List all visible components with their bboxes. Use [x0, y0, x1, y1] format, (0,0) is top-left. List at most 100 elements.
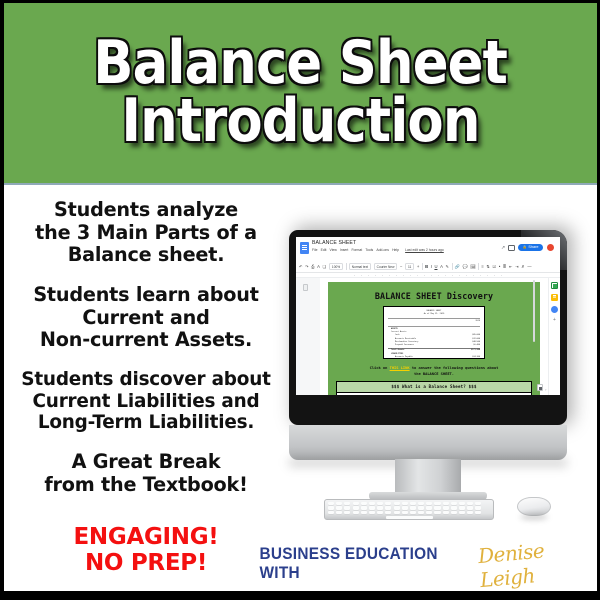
undo-icon[interactable]: ↶ [299, 264, 303, 269]
monitor-bezel: BALANCE SHEET File Edit View Insert Form… [289, 230, 567, 425]
add-app-icon[interactable]: + [553, 318, 556, 323]
checklist-icon[interactable]: ☑ [492, 264, 496, 269]
vertical-scrollbar[interactable] [533, 280, 535, 342]
cta-text: ENGAGING! NO PREP! [73, 524, 219, 577]
bs-row-label: Prepaid Insurance [395, 344, 414, 346]
page-title-line-2: Introduction [121, 86, 480, 156]
brand-primary-text: BUSINESS EDUCATION WITH [259, 545, 438, 582]
highlight-icon[interactable]: ✎ [445, 264, 449, 269]
doc-heading: BALANCE SHEET Discovery [374, 291, 494, 301]
indent-more-icon[interactable]: ⇥ [515, 264, 519, 269]
font-select[interactable]: Courier New [373, 262, 398, 271]
redo-icon[interactable]: ↷ [305, 264, 309, 269]
paint-format-icon[interactable]: ❑ [323, 264, 327, 269]
menu-item-format[interactable]: Format [351, 248, 362, 252]
toolbar-divider-1 [345, 263, 347, 270]
keyboard-row [328, 501, 493, 505]
underline-icon[interactable]: U [434, 264, 437, 269]
tasks-icon[interactable] [551, 306, 558, 313]
italic-icon[interactable]: I [431, 264, 432, 269]
docs-menubar: File Edit View Insert Format Tools Add-o… [312, 248, 501, 252]
zoom-select[interactable]: 100% [328, 262, 344, 271]
menu-item-insert[interactable]: Insert [340, 248, 348, 252]
docs-body: BALANCE SHEET Discovery BALANCE SHEET As… [296, 278, 560, 395]
bs-row-label: Accounts Payable [395, 355, 413, 358]
instruction-after: to answer the following questions about [411, 366, 499, 370]
bs-col-header-row: 2019 [388, 320, 480, 323]
brand-logo: BUSINESS EDUCATION WITH Denise Leigh [254, 538, 597, 592]
docs-file-icon [300, 242, 309, 254]
side-panel: + [548, 278, 560, 395]
avatar[interactable] [546, 243, 555, 252]
feature-bullet-2: Students learn about Current and Non-cur… [33, 282, 259, 352]
feature-bullet-4: A Great Break from the Textbook! [44, 450, 248, 496]
bs-divider [388, 318, 480, 319]
this-link[interactable]: THIS LINK [390, 366, 410, 370]
comment-history-icon[interactable]: ↗ [501, 245, 505, 251]
align-left-icon[interactable]: ≡ [481, 264, 483, 269]
title-banner: Balance Sheet Introduction [4, 3, 597, 185]
menu-item-help[interactable]: Help [392, 248, 399, 252]
share-button[interactable]: 🔒 Share [518, 243, 543, 252]
menu-item-tools[interactable]: Tools [365, 248, 373, 252]
calendar-icon[interactable] [551, 282, 558, 289]
spacebar-key [385, 516, 433, 519]
keep-icon[interactable] [551, 294, 558, 301]
keyboard-row [328, 511, 493, 515]
show-outline-button[interactable] [303, 284, 308, 291]
menu-item-file[interactable]: File [312, 248, 317, 252]
docs-page[interactable]: BALANCE SHEET Discovery BALANCE SHEET As… [320, 278, 548, 395]
bs-title-line-2: As of May 31, 2019 [423, 312, 445, 315]
monitor-stand-neck [395, 459, 461, 495]
keyboard [324, 499, 494, 520]
doc-title[interactable]: BALANCE SHEET [312, 240, 501, 246]
last-edit-link[interactable]: Last edit was 2 hours ago [405, 248, 444, 252]
feature-bullet-1: Students analyze the 3 Main Parts of a B… [35, 198, 257, 267]
brand-script-text: Denise Leigh [476, 538, 546, 593]
instruction-line-2: the BALANCE SHEET. [414, 371, 454, 376]
toolbar-divider-2 [421, 263, 423, 270]
menu-item-view[interactable]: View [330, 248, 337, 252]
spellcheck-icon[interactable]: A [317, 264, 320, 269]
menu-item-addons[interactable]: Add-ons [376, 248, 389, 252]
answer-box[interactable] [336, 392, 532, 395]
indent-less-icon[interactable]: ⇤ [509, 264, 513, 269]
monitor-chin [289, 425, 567, 460]
instruction-before: Click on [369, 366, 388, 370]
toolbar-divider-4 [478, 263, 479, 270]
chevron-right-icon[interactable]: › [545, 387, 546, 392]
feature-bullet-3: Students discover about Current Liabilit… [21, 368, 271, 434]
bulleted-list-icon[interactable]: • [499, 264, 500, 269]
menu-item-edit[interactable]: Edit [321, 248, 327, 252]
page-count-badge[interactable] [537, 384, 543, 391]
clear-formatting-icon[interactable]: ✗ [521, 264, 525, 269]
insert-link-icon[interactable]: 🔗 [455, 264, 460, 270]
font-size-increase-icon[interactable]: + [417, 264, 419, 269]
keyboard-row [328, 506, 493, 510]
bold-icon[interactable]: B [425, 264, 428, 269]
share-button-label: Share [528, 245, 539, 250]
add-comment-icon[interactable]: 💬 [462, 264, 467, 270]
mouse [517, 497, 551, 516]
font-size-input[interactable]: 11 [405, 262, 415, 271]
bs-col-header-blank [388, 320, 391, 323]
bs-row: Prepaid Insurance $6,400 [388, 344, 480, 347]
numbered-list-icon[interactable]: ≣ [503, 264, 507, 269]
text-color-icon[interactable]: A [440, 264, 443, 269]
line-spacing-icon[interactable]: ⇅ [486, 264, 490, 269]
feature-list: Students analyze the 3 Main Parts of a B… [10, 189, 282, 589]
print-icon[interactable]: ⎙ [311, 264, 314, 269]
paragraph-style-select[interactable]: Normal text [348, 262, 372, 271]
docs-topbar: BALANCE SHEET File Edit View Insert Form… [296, 237, 560, 261]
more-options-icon[interactable]: — [527, 264, 531, 269]
doc-instruction: Click on THIS LINK to answer the followi… [333, 366, 535, 377]
bs-col-header: 2019 [475, 320, 480, 323]
lock-icon: 🔒 [522, 245, 527, 250]
bs-row-value: $171,900 [471, 349, 480, 352]
monitor-screen: BALANCE SHEET File Edit View Insert Form… [296, 237, 560, 395]
font-size-decrease-icon[interactable]: − [400, 264, 402, 269]
bs-divider-2 [388, 325, 480, 327]
insert-image-icon[interactable]: 🖼 [470, 264, 475, 270]
present-icon[interactable] [508, 244, 516, 251]
docs-topbar-actions: ↗ 🔒 Share [501, 240, 557, 252]
